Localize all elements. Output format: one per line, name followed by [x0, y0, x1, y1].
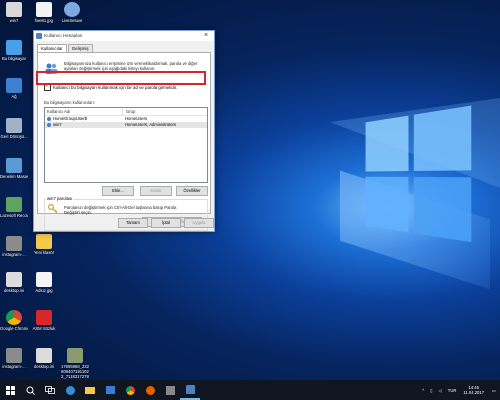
apply-button[interactable]: Uygula [184, 218, 214, 228]
remove-button[interactable]: Kaldır [140, 186, 172, 196]
folder-user-icon [6, 2, 22, 17]
task-view-button[interactable] [40, 380, 60, 400]
add-button[interactable]: Ekle... [102, 186, 134, 196]
column-header-username[interactable]: Kullanıcı Adı [45, 108, 123, 115]
users-list-caption: Bu bilgisayarın kullanıcıları: [44, 100, 95, 105]
taskbar-app-user-accounts[interactable] [180, 380, 200, 400]
desktop-icon-new-folder[interactable]: Yeni klasör [30, 234, 58, 255]
notifications-icon[interactable]: ▭ [492, 388, 496, 393]
desktop-icon-livesetuxe[interactable]: LiveSetuxe [58, 2, 86, 23]
desktop-icon-adsiz[interactable]: Adsız.jpg [30, 272, 58, 293]
volume-icon[interactable]: ◁ [439, 388, 442, 393]
desktop-icon-instagram-1[interactable]: instagram-... [0, 236, 28, 257]
taskbar-app-store[interactable] [100, 380, 120, 400]
chevron-up-icon[interactable]: ^ [422, 388, 424, 393]
password-group-label: win7 parolası [46, 196, 74, 201]
desktop-icon-lazesoft[interactable]: Lazesoft Recover ... [0, 197, 28, 218]
desktop-icon-asm-sozluk[interactable]: ASM Sözluk [30, 310, 58, 331]
internet-explorer-icon [65, 385, 75, 395]
close-icon[interactable]: × [200, 31, 212, 41]
windows-logo-icon [5, 385, 15, 395]
user-icon [47, 123, 51, 127]
image-file-icon [6, 236, 22, 251]
desktop-icon-desktop-ini-2[interactable]: desktop.ini [30, 348, 58, 369]
image-file-icon [6, 348, 22, 363]
computer-icon [6, 40, 22, 55]
password-instructions: Parolanızı değiştirmek için Ctrl-Alt-Del… [64, 205, 177, 215]
wallpaper-beam [340, 170, 490, 290]
require-password-checkbox[interactable] [44, 83, 51, 91]
desktop-icon-image[interactable]: fwe81.jpg [30, 2, 58, 23]
network-icon [6, 78, 22, 93]
image-file-icon [36, 272, 52, 287]
intro-text: Bilgisayarınıza kullanıcı erişimine izin… [64, 61, 198, 72]
taskbar-app-explorer[interactable] [80, 380, 100, 400]
desktop-icon-recycle-bin[interactable]: Geri Dönüşü... [0, 118, 28, 139]
chrome-icon [6, 310, 22, 325]
globe-icon [64, 2, 80, 17]
desktop-icon-photo[interactable]: 17695988_232 605407191102 2_7118317278 [60, 348, 90, 379]
store-icon [105, 386, 115, 394]
taskbar-app-generic[interactable] [160, 380, 180, 400]
desktop-icon-this-pc[interactable]: Bu bilgisayar [0, 40, 28, 61]
wallpaper-beam [330, 98, 500, 212]
users-icon [185, 384, 195, 394]
search-icon [26, 386, 35, 395]
settings-file-icon [6, 272, 22, 287]
folder-icon [36, 234, 52, 249]
network-icon[interactable]: ▯ [430, 388, 432, 393]
desktop-icon-instagram-2[interactable]: instagram-... [0, 348, 28, 369]
highlight-box [36, 71, 206, 85]
window-title: Kullanıcı Hesapları [44, 33, 83, 38]
user-accounts-dialog: Kullanıcı Hesapları × Kullanıcılar Geliş… [33, 30, 215, 232]
user-icon [47, 117, 51, 121]
key-icon [48, 204, 58, 214]
app-icon [165, 385, 175, 395]
chrome-icon [125, 385, 135, 395]
start-button[interactable] [0, 380, 20, 400]
require-password-label: Kullanıcı bu bilgisayarı kullanmak için … [53, 85, 178, 90]
column-header-group[interactable]: Grup [123, 108, 135, 115]
taskbar-app-ie[interactable] [60, 380, 80, 400]
asm-sozluk-icon [36, 310, 52, 325]
users-icon [36, 33, 42, 39]
title-bar[interactable]: Kullanıcı Hesapları × [34, 31, 214, 41]
require-password-row[interactable]: Kullanıcı bu bilgisayarı kullanmak için … [44, 83, 178, 91]
table-row[interactable]: win7 HomeUsers; Administrators [45, 122, 207, 128]
group-cell: HomeUsers; Administrators [125, 122, 176, 127]
windows-logo-glow [365, 105, 474, 245]
users-table[interactable]: Kullanıcı Adı Grup HomeGroupUser$ HomeUs… [44, 107, 208, 183]
cancel-button[interactable]: İptal [151, 218, 181, 228]
folder-icon [85, 386, 95, 394]
desktop-icon-chrome[interactable]: Google Chrome [0, 310, 28, 331]
taskbar: ^ ▯ ◁ TUR 14:46 11.04.2017 ▭ [0, 380, 500, 400]
table-header: Kullanıcı Adı Grup [45, 108, 207, 116]
tab-advanced[interactable]: Gelişmiş [67, 44, 93, 52]
ok-button[interactable]: Tamam [118, 218, 148, 228]
lazesoft-icon [6, 197, 22, 212]
clock-date: 11.04.2017 [463, 390, 485, 395]
image-file-icon [36, 2, 52, 17]
desktop-icon-win7[interactable]: win7 [0, 2, 28, 23]
taskbar-app-firefox[interactable] [140, 380, 160, 400]
properties-button[interactable]: Özellikler [176, 186, 208, 196]
system-tray: ^ ▯ ◁ TUR 14:46 11.04.2017 ▭ [419, 380, 500, 400]
clock[interactable]: 14:46 11.04.2017 [463, 385, 484, 395]
desktop-icon-control-panel[interactable]: Denetim Masası [0, 158, 28, 179]
tab-users[interactable]: Kullanıcılar [37, 44, 67, 52]
task-view-icon [45, 386, 55, 394]
desktop-icon-network[interactable]: Ağ [0, 78, 28, 99]
search-button[interactable] [20, 380, 40, 400]
settings-file-icon [36, 348, 52, 363]
username-cell: win7 [45, 122, 122, 128]
control-panel-icon [6, 158, 22, 173]
desktop-icon-desktop-ini-1[interactable]: desktop.ini [0, 272, 28, 293]
firefox-icon [145, 385, 155, 395]
taskbar-app-chrome[interactable] [120, 380, 140, 400]
username-text: win7 [53, 122, 62, 127]
language-indicator[interactable]: TUR [448, 388, 457, 393]
recycle-bin-icon [6, 118, 22, 133]
tab-strip: Kullanıcılar Gelişmiş [37, 44, 94, 52]
image-file-icon [67, 348, 83, 363]
